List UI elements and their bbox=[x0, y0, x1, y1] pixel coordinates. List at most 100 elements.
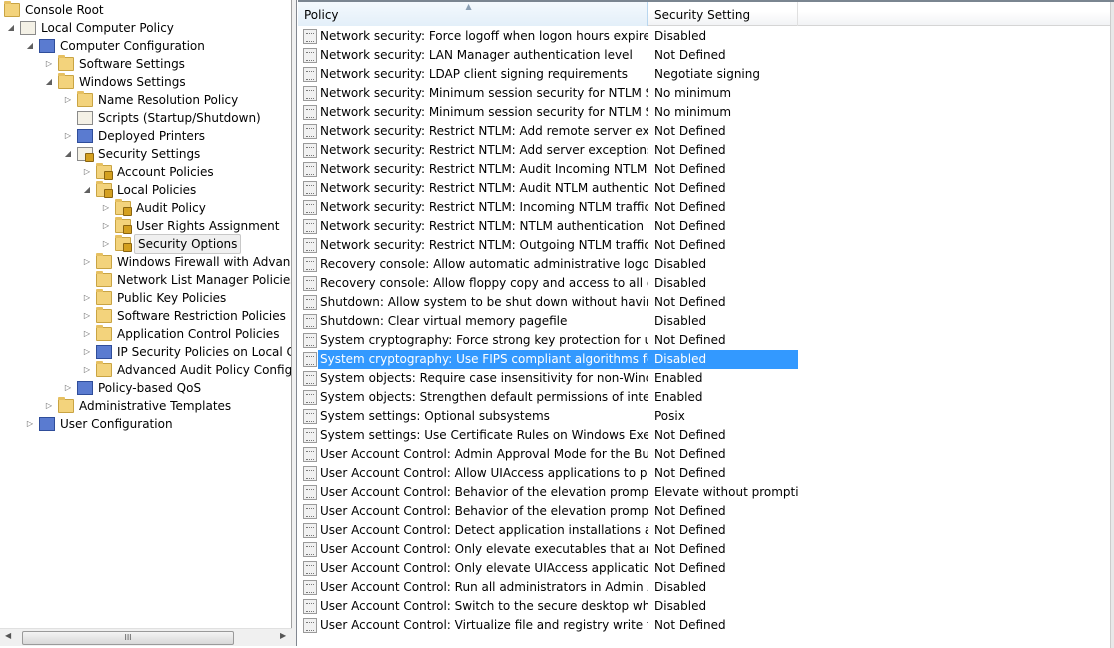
table-row[interactable]: Network security: Restrict NTLM: Audit I… bbox=[298, 160, 798, 179]
tree-node[interactable]: ▷ Advanced Audit Policy Configuration bbox=[82, 361, 291, 379]
column-header-security-setting[interactable]: Security Setting bbox=[648, 2, 798, 26]
expand-arrow-icon[interactable]: ▷ bbox=[101, 217, 111, 235]
table-row[interactable]: User Account Control: Behavior of the el… bbox=[298, 502, 798, 521]
tree-node-label[interactable]: Policy-based QoS bbox=[96, 379, 203, 397]
tree-node-label[interactable]: Audit Policy bbox=[134, 199, 208, 217]
table-row[interactable]: Network security: Minimum session securi… bbox=[298, 103, 798, 122]
tree-node-label[interactable]: Windows Firewall with Advanced Security bbox=[115, 253, 291, 271]
tree-node[interactable]: ▷ Security Options bbox=[101, 234, 242, 254]
pane-splitter[interactable] bbox=[292, 0, 297, 646]
tree-node[interactable]: ▷ User Configuration bbox=[25, 415, 175, 433]
expand-arrow-icon[interactable]: ▷ bbox=[101, 235, 111, 253]
tree-node[interactable]: ◢ Local Computer Policy bbox=[6, 19, 176, 37]
table-row[interactable]: System objects: Require case insensitivi… bbox=[298, 369, 798, 388]
table-row[interactable]: System cryptography: Force strong key pr… bbox=[298, 331, 798, 350]
table-row[interactable]: User Account Control: Virtualize file an… bbox=[298, 616, 798, 635]
tree-node[interactable]: ▷ Application Control Policies bbox=[82, 325, 281, 343]
tree-horizontal-scrollbar[interactable]: ◀ III ▶ bbox=[0, 628, 292, 646]
expand-arrow-icon[interactable]: ▷ bbox=[82, 325, 92, 343]
table-row[interactable]: Recovery console: Allow automatic admini… bbox=[298, 255, 798, 274]
table-row[interactable]: User Account Control: Allow UIAccess app… bbox=[298, 464, 798, 483]
tree-node[interactable]: Console Root bbox=[4, 1, 106, 19]
collapse-arrow-icon[interactable]: ◢ bbox=[82, 181, 92, 199]
table-row[interactable]: Shutdown: Clear virtual memory pagefile D… bbox=[298, 312, 798, 331]
table-row[interactable]: Network security: Restrict NTLM: Incomin… bbox=[298, 198, 798, 217]
tree-node[interactable]: ▷ Software Settings bbox=[44, 55, 187, 73]
tree-node[interactable]: ◢ Security Settings bbox=[63, 145, 202, 163]
tree-node[interactable]: ▷ Public Key Policies bbox=[82, 289, 228, 307]
expand-arrow-icon[interactable]: ▷ bbox=[82, 361, 92, 379]
tree-node-label[interactable]: Local Computer Policy bbox=[39, 19, 176, 37]
table-row[interactable]: User Account Control: Switch to the secu… bbox=[298, 597, 798, 616]
tree-node[interactable]: ▷ Deployed Printers bbox=[63, 127, 207, 145]
tree-node[interactable]: ▷ Policy-based QoS bbox=[63, 379, 203, 397]
table-row[interactable]: Network security: Minimum session securi… bbox=[298, 84, 798, 103]
table-row[interactable]: Network security: Force logoff when logo… bbox=[298, 27, 798, 46]
tree-node-label[interactable]: Scripts (Startup/Shutdown) bbox=[96, 109, 263, 127]
tree-node-label[interactable]: Software Settings bbox=[77, 55, 187, 73]
tree-node-label[interactable]: Administrative Templates bbox=[77, 397, 233, 415]
expand-arrow-icon[interactable]: ▷ bbox=[44, 397, 54, 415]
tree-node[interactable]: ▷ Software Restriction Policies bbox=[82, 307, 288, 325]
tree-node-label[interactable]: Advanced Audit Policy Configuration bbox=[115, 361, 291, 379]
tree-node[interactable]: Scripts (Startup/Shutdown) bbox=[63, 109, 263, 127]
scroll-left-icon[interactable]: ◀ bbox=[5, 631, 11, 640]
collapse-arrow-icon[interactable]: ◢ bbox=[25, 37, 35, 55]
collapse-arrow-icon[interactable]: ◢ bbox=[63, 145, 73, 163]
expand-arrow-icon[interactable]: ▷ bbox=[44, 55, 54, 73]
tree-node-label[interactable]: Account Policies bbox=[115, 163, 216, 181]
tree-node[interactable]: ▷ Windows Firewall with Advanced Security bbox=[82, 253, 291, 271]
table-row[interactable]: Shutdown: Allow system to be shut down w… bbox=[298, 293, 798, 312]
table-row[interactable]: Network security: Restrict NTLM: Outgoin… bbox=[298, 236, 798, 255]
tree-node-label[interactable]: Public Key Policies bbox=[115, 289, 228, 307]
table-row[interactable]: Network security: Restrict NTLM: NTLM au… bbox=[298, 217, 798, 236]
tree-node-label[interactable]: User Rights Assignment bbox=[134, 217, 281, 235]
table-row[interactable]: Network security: Restrict NTLM: Add ser… bbox=[298, 141, 798, 160]
table-row[interactable]: Network security: LAN Manager authentica… bbox=[298, 46, 798, 65]
tree-node-label[interactable]: Deployed Printers bbox=[96, 127, 207, 145]
tree-node-label[interactable]: Computer Configuration bbox=[58, 37, 207, 55]
expand-arrow-icon[interactable]: ▷ bbox=[82, 163, 92, 181]
expand-arrow-icon[interactable]: ▷ bbox=[63, 127, 73, 145]
collapse-arrow-icon[interactable]: ◢ bbox=[6, 19, 16, 37]
table-row[interactable]: System settings: Use Certificate Rules o… bbox=[298, 426, 798, 445]
tree-node-label[interactable]: Local Policies bbox=[115, 181, 198, 199]
tree-node-label[interactable]: Security Settings bbox=[96, 145, 202, 163]
tree-node-label[interactable]: Application Control Policies bbox=[115, 325, 281, 343]
table-row[interactable]: Network security: Restrict NTLM: Audit N… bbox=[298, 179, 798, 198]
console-tree[interactable]: Console Root ◢ Local Computer Policy ◢ Compu… bbox=[0, 0, 292, 646]
table-row[interactable]: System cryptography: Use FIPS compliant … bbox=[298, 350, 798, 369]
tree-node-label[interactable]: Name Resolution Policy bbox=[96, 91, 240, 109]
tree-node[interactable]: ▷ Audit Policy bbox=[101, 199, 208, 217]
expand-arrow-icon[interactable]: ▷ bbox=[82, 307, 92, 325]
tree-node-label[interactable]: Console Root bbox=[23, 1, 106, 19]
expand-arrow-icon[interactable]: ▷ bbox=[82, 343, 92, 361]
table-row[interactable]: User Account Control: Admin Approval Mod… bbox=[298, 445, 798, 464]
tree-node-label[interactable]: Software Restriction Policies bbox=[115, 307, 288, 325]
table-row[interactable]: User Account Control: Only elevate execu… bbox=[298, 540, 798, 559]
tree-node-label[interactable]: Security Options bbox=[134, 234, 242, 254]
column-header-policy[interactable]: ▲ Policy bbox=[298, 2, 648, 26]
table-row[interactable]: Network security: Restrict NTLM: Add rem… bbox=[298, 122, 798, 141]
table-row[interactable]: User Account Control: Run all administra… bbox=[298, 578, 798, 597]
tree-node-label[interactable]: User Configuration bbox=[58, 415, 175, 433]
list-vertical-scrollbar[interactable] bbox=[1110, 2, 1114, 648]
expand-arrow-icon[interactable]: ▷ bbox=[25, 415, 35, 433]
collapse-arrow-icon[interactable]: ◢ bbox=[44, 73, 54, 91]
tree-node[interactable]: ▷ Administrative Templates bbox=[44, 397, 233, 415]
tree-node[interactable]: Network List Manager Policies bbox=[82, 271, 291, 289]
expand-arrow-icon[interactable]: ▷ bbox=[82, 253, 92, 271]
table-row[interactable]: User Account Control: Only elevate UIAcc… bbox=[298, 559, 798, 578]
tree-node[interactable]: ◢ Local Policies bbox=[82, 181, 198, 199]
table-row[interactable]: Recovery console: Allow floppy copy and … bbox=[298, 274, 798, 293]
tree-node[interactable]: ▷ User Rights Assignment bbox=[101, 217, 281, 235]
tree-node[interactable]: ▷ Account Policies bbox=[82, 163, 216, 181]
tree-node[interactable]: ◢ Windows Settings bbox=[44, 73, 188, 91]
table-row[interactable]: System settings: Optional subsystems Posi… bbox=[298, 407, 798, 426]
scroll-right-icon[interactable]: ▶ bbox=[280, 631, 286, 640]
table-row[interactable]: System objects: Strengthen default permi… bbox=[298, 388, 798, 407]
expand-arrow-icon[interactable]: ▷ bbox=[63, 91, 73, 109]
tree-node-label[interactable]: Network List Manager Policies bbox=[115, 271, 291, 289]
table-row[interactable]: User Account Control: Behavior of the el… bbox=[298, 483, 798, 502]
tree-node[interactable]: ◢ Computer Configuration bbox=[25, 37, 207, 55]
